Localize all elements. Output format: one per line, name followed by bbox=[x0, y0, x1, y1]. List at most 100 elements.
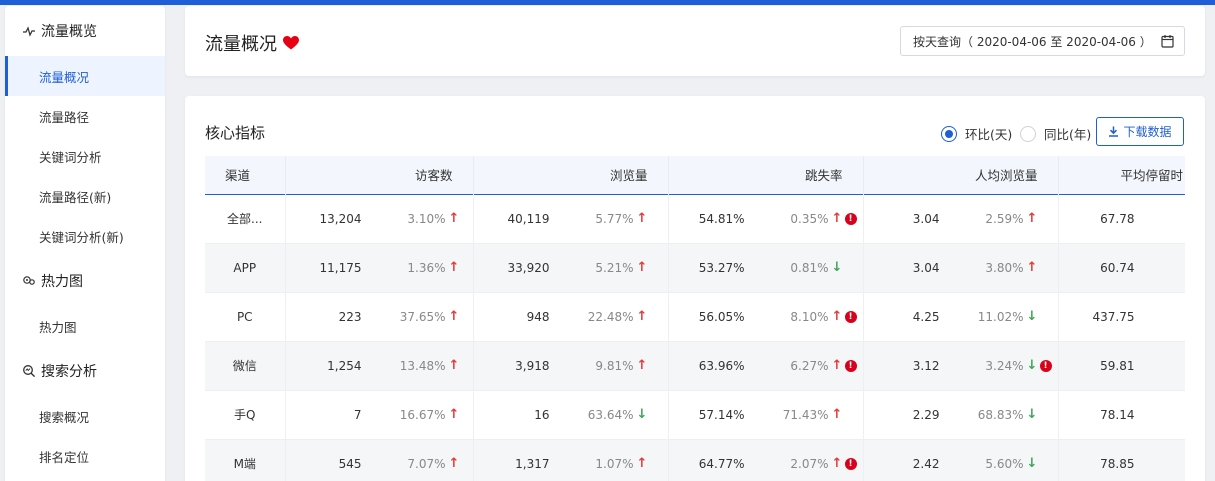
sidebar-item-label: 流量路径(新) bbox=[39, 189, 112, 205]
metric-value: 3.04 bbox=[912, 260, 940, 275]
metric-change: 71.43% bbox=[782, 407, 829, 422]
arrow-down-icon: ↓ bbox=[831, 260, 843, 275]
warning-icon[interactable]: ! bbox=[844, 213, 857, 225]
metric-cell: 78.8510 bbox=[1058, 439, 1185, 481]
download-data-button[interactable]: 下载数据 bbox=[1096, 117, 1184, 146]
metric-cell: 54.81% 0.35% ↑! bbox=[668, 194, 864, 243]
sidebar-group-label: 流量概览 bbox=[41, 24, 97, 40]
column-header-pv-per-user[interactable]: 人均浏览量 bbox=[863, 156, 1059, 194]
column-header-channel: 渠道 bbox=[205, 156, 286, 194]
metric-cell: 53.27% 0.81% ↓ bbox=[668, 243, 864, 292]
metric-cell: 16 63.64% ↓ bbox=[473, 390, 669, 439]
metric-change: 8.10% bbox=[790, 309, 829, 324]
heart-icon[interactable] bbox=[283, 36, 299, 50]
metric-change: 37.65% bbox=[399, 309, 446, 324]
sidebar-item-traffic-path-new[interactable]: 流量路径(新) bbox=[5, 176, 165, 216]
channel-cell: APP bbox=[205, 243, 286, 292]
metric-change: 3.80% bbox=[985, 260, 1024, 275]
table-body: 全部... 13,204 3.10% ↑ 40,119 5.77% ↑ 54.81% 0.35%… bbox=[205, 194, 1185, 481]
sidebar-nav: 流量概览 流量概况 流量路径 关键词分析 流量路径(新) 关键词分析(新) 热力… bbox=[5, 6, 165, 481]
metric-cell: 64.77% 2.07% ↑! bbox=[668, 439, 864, 481]
arrow-down-icon: ↓ bbox=[1026, 407, 1038, 422]
table-row: PC 223 37.65% ↑ 948 22.48% ↑ 56.05% 8.10% ↑! 4.25 1… bbox=[205, 292, 1185, 341]
metric-value: 56.05% bbox=[698, 309, 745, 324]
sidebar-item-traffic-overview[interactable]: 流量概况 bbox=[5, 56, 165, 96]
sidebar-item-keyword-analysis-new[interactable]: 关键词分析(新) bbox=[5, 216, 165, 256]
metric-value: 57.14% bbox=[698, 407, 745, 422]
warning-icon[interactable]: ! bbox=[1039, 360, 1052, 372]
metric-change: 9.81% bbox=[595, 358, 634, 373]
sidebar-item-traffic-path[interactable]: 流量路径 bbox=[5, 96, 165, 136]
sidebar-group-search-analysis[interactable]: 搜索分析 bbox=[5, 346, 165, 396]
arrow-up-icon: ↑ bbox=[636, 309, 648, 324]
metric-change: 16.67% bbox=[399, 407, 446, 422]
warning-icon[interactable]: ! bbox=[844, 458, 857, 470]
radio-mom-indicator[interactable] bbox=[941, 125, 957, 142]
metric-cell: 11,175 1.36% ↑ bbox=[285, 243, 474, 292]
sidebar-item-label: 流量概况 bbox=[39, 69, 90, 85]
sidebar-group-traffic[interactable]: 流量概览 bbox=[5, 6, 165, 56]
metric-cell: 56.05% 8.10% ↑! bbox=[668, 292, 864, 341]
metric-cell: 3.04 2.59% ↑ bbox=[863, 194, 1059, 243]
arrow-up-icon: ↑ bbox=[448, 407, 460, 422]
metric-change: 6.27% bbox=[790, 358, 829, 373]
table-header-row: 渠道 访客数 浏览量 跳失率 人均浏览量 平均停留时 bbox=[205, 156, 1185, 194]
metrics-table-container[interactable]: 渠道 访客数 浏览量 跳失率 人均浏览量 平均停留时 全部... 13,204 3.… bbox=[205, 156, 1185, 481]
metric-value: 2.42 bbox=[912, 456, 940, 471]
metric-value: 54.81% bbox=[698, 211, 745, 226]
column-header-pageviews[interactable]: 浏览量 bbox=[473, 156, 669, 194]
metric-cell: 3,918 9.81% ↑ bbox=[473, 341, 669, 390]
metric-change: 5 bbox=[1135, 212, 1186, 226]
column-header-bounce-rate[interactable]: 跳失率 bbox=[668, 156, 864, 194]
metric-value: 60.74 bbox=[1100, 260, 1135, 275]
warning-icon[interactable]: ! bbox=[844, 360, 857, 372]
sidebar-item-keyword-analysis[interactable]: 关键词分析 bbox=[5, 136, 165, 176]
radio-yoy[interactable]: 同比(年) bbox=[1020, 124, 1091, 143]
column-header-visitors[interactable]: 访客数 bbox=[285, 156, 474, 194]
sidebar-item-label: 关键词分析(新) bbox=[39, 229, 124, 245]
warning-icon[interactable]: ! bbox=[844, 311, 857, 323]
radio-mom[interactable]: 环比(天) bbox=[941, 124, 1012, 143]
sidebar-item-heatmap[interactable]: 热力图 bbox=[5, 306, 165, 346]
date-range-picker[interactable]: 按天查询（ 2020-04-06 至 2020-04-06 ） bbox=[900, 26, 1185, 56]
metric-change: 13.48% bbox=[399, 358, 446, 373]
calendar-icon bbox=[1161, 34, 1174, 51]
arrow-up-icon: ↑ bbox=[831, 456, 843, 471]
channel-cell: M端 bbox=[205, 439, 286, 481]
metric-change: 68.83% bbox=[977, 407, 1024, 422]
sidebar-item-ranking[interactable]: 排名定位 bbox=[5, 436, 165, 476]
metric-value: 3,918 bbox=[515, 358, 550, 373]
metric-cell: 60.744 bbox=[1058, 243, 1185, 292]
metric-cell: 33,920 5.21% ↑ bbox=[473, 243, 669, 292]
metric-value: 545 bbox=[338, 456, 362, 471]
arrow-up-icon: ↑ bbox=[448, 260, 460, 275]
metric-change: 3.24% bbox=[985, 358, 1024, 373]
arrow-up-icon: ↑ bbox=[636, 358, 648, 373]
arrow-up-icon: ↑ bbox=[448, 211, 460, 226]
date-range-text: 按天查询（ 2020-04-06 至 2020-04-06 ） bbox=[913, 34, 1152, 49]
line-chart-icon bbox=[21, 23, 37, 39]
metric-value: 223 bbox=[338, 309, 362, 324]
sidebar-item-label: 热力图 bbox=[39, 319, 77, 335]
metric-cell: 63.96% 6.27% ↑! bbox=[668, 341, 864, 390]
metric-value: 1,317 bbox=[515, 456, 550, 471]
sidebar-item-search-overview[interactable]: 搜索概况 bbox=[5, 396, 165, 436]
metric-value: 13,204 bbox=[319, 211, 362, 226]
download-icon bbox=[1109, 126, 1119, 137]
metric-change: 1.07% bbox=[595, 456, 634, 471]
radio-yoy-indicator[interactable] bbox=[1020, 125, 1036, 142]
table-row: APP 11,175 1.36% ↑ 33,920 5.21% ↑ 53.27% 0.81% ↓ 3… bbox=[205, 243, 1185, 292]
sidebar-group-label: 热力图 bbox=[41, 274, 83, 290]
metric-value: 11,175 bbox=[319, 260, 362, 275]
metric-cell: 3.12 3.24% ↓! bbox=[863, 341, 1059, 390]
metric-value: 67.78 bbox=[1100, 211, 1135, 226]
metric-value: 64.77% bbox=[698, 456, 745, 471]
column-header-avg-duration[interactable]: 平均停留时 bbox=[1058, 156, 1185, 194]
arrow-down-icon: ↓ bbox=[1026, 358, 1038, 373]
arrow-up-icon: ↑ bbox=[636, 211, 648, 226]
metric-cell: 2.42 5.60% ↓ bbox=[863, 439, 1059, 481]
metric-change: 63.64% bbox=[587, 407, 634, 422]
sidebar-group-heatmap[interactable]: 热力图 bbox=[5, 256, 165, 306]
channel-cell: 微信 bbox=[205, 341, 286, 390]
sidebar-item-label: 关键词分析 bbox=[39, 149, 102, 165]
